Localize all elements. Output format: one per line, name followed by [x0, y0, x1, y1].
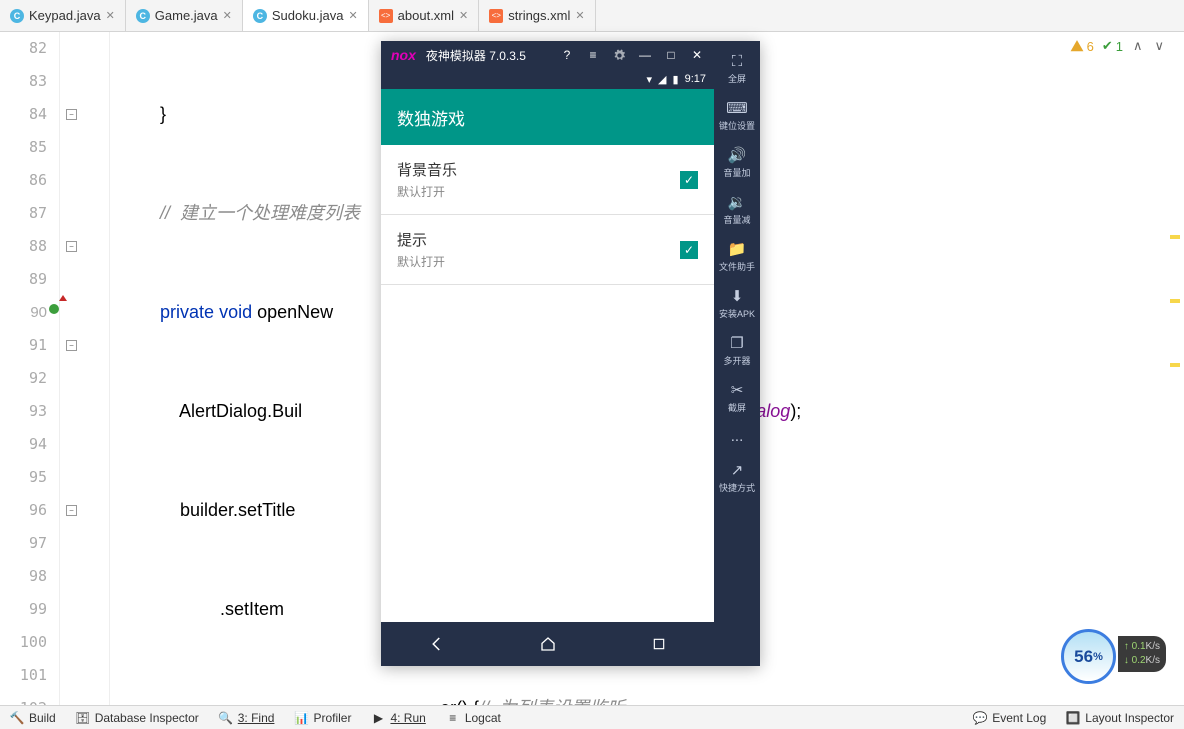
database-tool[interactable]: 🗄Database Inspector: [66, 711, 209, 725]
maximize-icon[interactable]: □: [664, 48, 678, 62]
warning-marker[interactable]: [1170, 235, 1180, 239]
emulator-title: 夜神模拟器 7.0.3.5: [426, 47, 526, 64]
volume-up-button[interactable]: 🔊音量加: [717, 142, 757, 183]
shortcut-button[interactable]: ↗快捷方式: [717, 457, 757, 498]
fold-icon[interactable]: −: [66, 241, 77, 252]
cpu-usage-badge: 56%: [1061, 629, 1116, 684]
signal-icon: ◢: [658, 73, 666, 86]
tab-keypad[interactable]: CKeypad.java✕: [0, 0, 126, 31]
warning-marker[interactable]: [1170, 363, 1180, 367]
warning-marker[interactable]: [1170, 299, 1180, 303]
event-log-tool[interactable]: 💬Event Log: [963, 711, 1056, 725]
java-icon: C: [253, 9, 267, 23]
emulator-window: nox 夜神模拟器 7.0.3.5 ? ≡ — □ ✕ ▾ ◢ ▮ 9:17 数…: [381, 41, 760, 666]
profiler-icon: 📊: [294, 711, 308, 725]
setting-hints[interactable]: 提示默认打开 ✓: [381, 215, 714, 285]
checkbox-icon[interactable]: ✓: [680, 241, 698, 259]
close-icon[interactable]: ✕: [459, 9, 468, 22]
logcat-icon: ≡: [446, 711, 460, 725]
more-button[interactable]: ...: [717, 424, 757, 451]
net-speed: ↑ 0.1K/s ↓ 0.2K/s: [1118, 636, 1166, 672]
next-highlight-icon[interactable]: ∨: [1152, 38, 1166, 54]
tool-window-bar: 🔨Build 🗄Database Inspector 🔍3: Find 📊Pro…: [0, 705, 1184, 729]
warnings-count[interactable]: 6: [1070, 39, 1094, 54]
checkbox-icon[interactable]: ✓: [680, 171, 698, 189]
help-icon[interactable]: ?: [560, 48, 574, 62]
error-stripe: [1170, 235, 1180, 427]
settings-icon[interactable]: [612, 48, 626, 62]
battery-icon: ▮: [673, 73, 679, 86]
line-numbers: 828384 858687 8889 90 919293 949596 9798…: [0, 32, 60, 705]
wifi-icon: ▾: [647, 73, 653, 86]
recents-icon[interactable]: [649, 634, 669, 654]
build-tool[interactable]: 🔨Build: [0, 711, 66, 725]
close-icon[interactable]: ✕: [348, 9, 357, 22]
hammer-icon: 🔨: [10, 711, 24, 725]
setting-music[interactable]: 背景音乐默认打开 ✓: [381, 145, 714, 215]
run-tool[interactable]: ▶4: Run: [361, 711, 435, 725]
tab-strings-xml[interactable]: <>strings.xml✕: [479, 0, 595, 31]
menu-icon[interactable]: ≡: [586, 48, 600, 62]
search-icon: 🔍: [219, 711, 233, 725]
eventlog-icon: 💬: [973, 711, 987, 725]
layout-icon: 🔲: [1066, 711, 1080, 725]
close-icon[interactable]: ✕: [575, 9, 584, 22]
app-bar: 数独游戏: [381, 89, 714, 145]
emulator-sidebar: ⛶全屏 ⌨键位设置 🔊音量加 🔉音量减 📁文件助手 ⬇安装APK ❐多开器 ✂截…: [714, 41, 760, 666]
checks-count[interactable]: ✔1: [1102, 38, 1123, 54]
nox-logo: nox: [391, 47, 416, 63]
layout-inspector-tool[interactable]: 🔲Layout Inspector: [1056, 711, 1184, 725]
fold-icon[interactable]: −: [66, 505, 77, 516]
multi-instance-button[interactable]: ❐多开器: [717, 330, 757, 371]
status-time: 9:17: [685, 73, 706, 85]
volume-down-button[interactable]: 🔉音量减: [717, 189, 757, 230]
fullscreen-button[interactable]: ⛶全屏: [717, 49, 757, 89]
install-apk-button[interactable]: ⬇安装APK: [717, 283, 757, 324]
android-navbar: [381, 622, 714, 666]
tab-game[interactable]: CGame.java✕: [126, 0, 243, 31]
file-helper-button[interactable]: 📁文件助手: [717, 236, 757, 277]
fold-icon[interactable]: −: [66, 109, 77, 120]
editor-tabs: CKeypad.java✕ CGame.java✕ CSudoku.java✕ …: [0, 0, 1184, 32]
fold-gutter: − − − −: [60, 32, 110, 705]
tab-about-xml[interactable]: <>about.xml✕: [369, 0, 480, 31]
play-icon: ▶: [371, 711, 385, 725]
fold-icon[interactable]: −: [66, 340, 77, 351]
database-icon: 🗄: [76, 711, 90, 725]
home-icon[interactable]: [538, 634, 558, 654]
xml-icon: <>: [379, 9, 393, 23]
xml-icon: <>: [489, 9, 503, 23]
screenshot-button[interactable]: ✂截屏: [717, 377, 757, 418]
android-statusbar: ▾ ◢ ▮ 9:17: [381, 69, 714, 89]
profiler-tool[interactable]: 📊Profiler: [284, 711, 361, 725]
emulator-titlebar[interactable]: nox 夜神模拟器 7.0.3.5 ? ≡ — □ ✕: [381, 41, 714, 69]
inspection-summary: 6 ✔1 ∧ ∨: [1070, 38, 1166, 54]
keyboard-button[interactable]: ⌨键位设置: [717, 95, 757, 136]
minimize-icon[interactable]: —: [638, 48, 652, 62]
close-icon[interactable]: ✕: [690, 48, 704, 62]
java-icon: C: [10, 9, 24, 23]
back-icon[interactable]: [427, 634, 447, 654]
prev-highlight-icon[interactable]: ∧: [1131, 38, 1145, 54]
logcat-tool[interactable]: ≡Logcat: [436, 711, 511, 725]
java-icon: C: [136, 9, 150, 23]
close-icon[interactable]: ✕: [223, 9, 232, 22]
find-tool[interactable]: 🔍3: Find: [209, 711, 285, 725]
tab-sudoku[interactable]: CSudoku.java✕: [243, 0, 369, 31]
bookmark-icon[interactable]: [49, 304, 59, 314]
close-icon[interactable]: ✕: [106, 9, 115, 22]
